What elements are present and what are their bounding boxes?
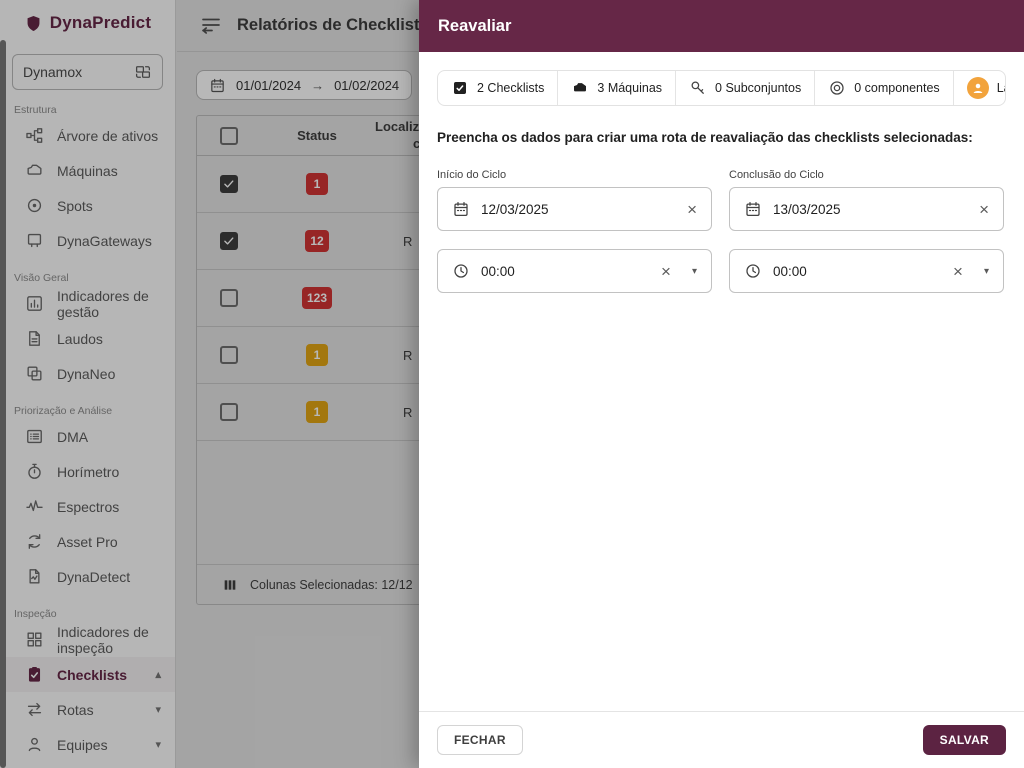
cycle-start-label: Início do Ciclo [437, 169, 507, 181]
clock-icon [454, 264, 468, 278]
caret-down-icon[interactable]: ▾ [984, 266, 989, 277]
cycle-end-date-value: 13/03/2025 [773, 201, 841, 217]
cycle-end-time-value: 00:00 [773, 263, 807, 279]
drawer-footer: FECHAR SALVAR [419, 711, 1024, 768]
cycle-start-time-value: 00:00 [481, 263, 515, 279]
cycle-start-date-input[interactable]: 12/03/2025 × [437, 187, 712, 231]
drawer-instruction: Preencha os dados para criar uma rota de… [437, 130, 973, 145]
reavaliar-drawer: Reavaliar 2 Checklists 3 Máquinas 0 Subc… [419, 0, 1024, 768]
drawer-header: Reavaliar [419, 0, 1024, 52]
cycle-end-date-input[interactable]: 13/03/2025 × [729, 187, 1004, 231]
screen: DynaPredict Dynamox Estrutura Árvore de … [0, 0, 1024, 768]
summary-checklists-count: 2 Checklists [477, 81, 545, 95]
user-avatar [966, 77, 989, 99]
clear-icon[interactable]: × [687, 201, 697, 218]
summary-subassemblies-count: 0 Subconjuntos [715, 81, 802, 95]
summary-chip-checklists: 2 Checklists [438, 71, 557, 105]
drawer-title: Reavaliar [438, 16, 512, 35]
summary-chip-components: 0 componentes [814, 71, 952, 105]
summary-chip-subassemblies: 0 Subconjuntos [675, 71, 814, 105]
cycle-end-label: Conclusão do Ciclo [729, 169, 824, 181]
clear-icon[interactable]: × [953, 263, 963, 280]
modal-overlay[interactable] [0, 0, 419, 768]
checkbox-filled-icon [454, 82, 466, 94]
summary-chip-user: Larissa Rod... [952, 71, 1005, 105]
calendar-icon [454, 201, 468, 217]
close-button[interactable]: FECHAR [437, 725, 523, 755]
calendar-icon [746, 201, 760, 217]
clear-icon[interactable]: × [979, 201, 989, 218]
subassembly-key-icon [691, 81, 704, 94]
cycle-fields: Início do Ciclo Conclusão do Ciclo 12/03… [437, 169, 1006, 311]
caret-down-icon[interactable]: ▾ [692, 266, 697, 277]
user-name: Larissa Rod... [996, 81, 1005, 95]
drawer-body: 2 Checklists 3 Máquinas 0 Subconjuntos 0… [419, 52, 1024, 711]
cycle-start-time-select[interactable]: 00:00 × ▾ [437, 249, 712, 293]
summary-components-count: 0 componentes [854, 81, 940, 95]
summary-chip-machines: 3 Máquinas [557, 71, 675, 105]
selection-summary-bar: 2 Checklists 3 Máquinas 0 Subconjuntos 0… [437, 70, 1006, 106]
clear-icon[interactable]: × [661, 263, 671, 280]
cycle-start-date-value: 12/03/2025 [481, 201, 549, 217]
save-button[interactable]: SALVAR [922, 725, 1006, 755]
machine-filled-icon [574, 83, 587, 92]
clock-icon [746, 264, 760, 278]
component-target-icon [830, 81, 844, 95]
summary-machines-count: 3 Máquinas [597, 81, 663, 95]
cycle-end-time-select[interactable]: 00:00 × ▾ [729, 249, 1004, 293]
